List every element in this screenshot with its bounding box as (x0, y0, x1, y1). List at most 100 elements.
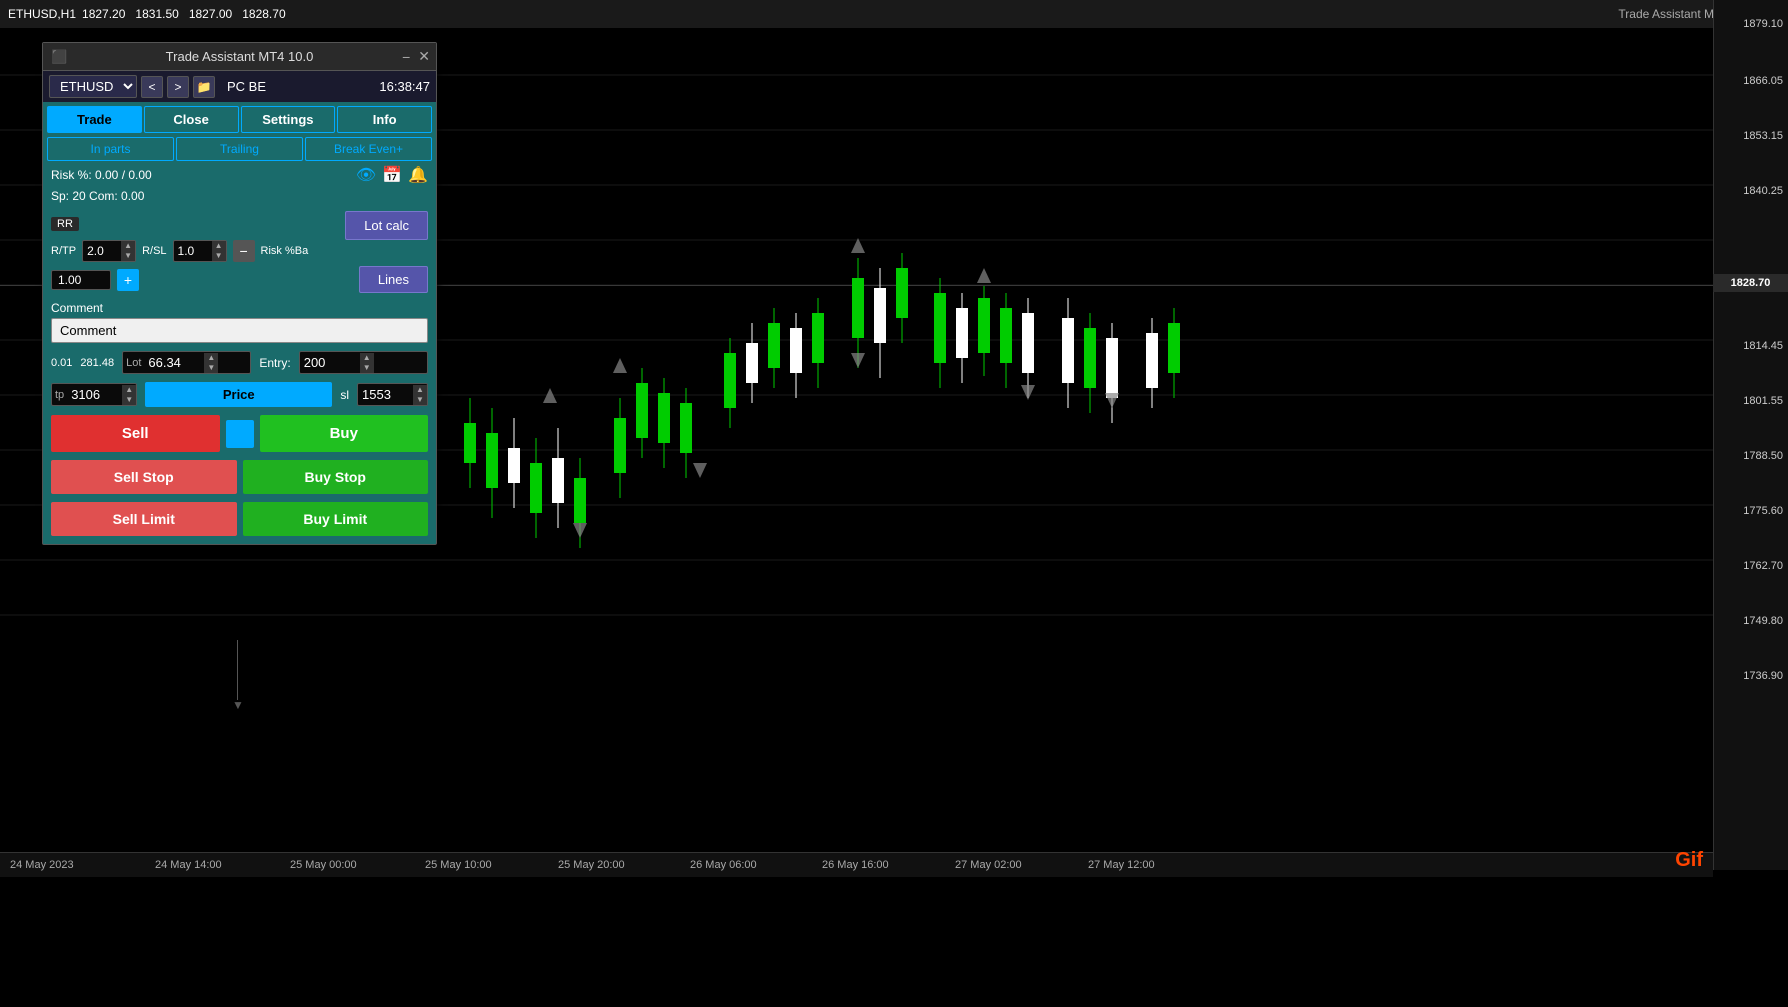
price-11: 1749.80 (1743, 615, 1783, 627)
clock-display: 16:38:47 (379, 79, 430, 94)
price-3: 1853.15 (1743, 130, 1783, 142)
buy-button[interactable]: Buy (260, 415, 429, 452)
price-2: 1866.05 (1743, 75, 1783, 87)
time-label-9: 27 May 12:00 (1088, 859, 1155, 871)
calendar-icon-button[interactable]: 📅 (382, 165, 402, 185)
close-button[interactable]: ✕ (418, 48, 430, 65)
symbol-row: ETHUSD < > 📁 PC BE 16:38:47 (43, 71, 436, 102)
window-controls: − ✕ (402, 48, 430, 65)
price-6: 1814.45 (1743, 340, 1783, 352)
sl-down[interactable]: ▼ (413, 395, 427, 405)
trade-assistant-panel: ⬛ Trade Assistant MT4 10.0 − ✕ ETHUSD < … (42, 42, 437, 545)
sub-tab-trailing[interactable]: Trailing (176, 137, 303, 161)
time-label-8: 27 May 02:00 (955, 859, 1022, 871)
comment-label: Comment (51, 301, 428, 315)
plus-button[interactable]: + (117, 269, 139, 291)
price-12: 1736.90 (1743, 670, 1783, 682)
rr-tp-up[interactable]: ▲ (121, 241, 135, 251)
stop-row: Sell Stop Buy Stop (43, 456, 436, 498)
rr-rtp-label: R/TP (51, 245, 76, 257)
tp-label: tp (52, 389, 67, 401)
sp-row: Sp: 20 Com: 0.00 (43, 187, 436, 207)
rr-sl-up[interactable]: ▲ (212, 241, 226, 251)
tp-spin: ▲ ▼ (122, 385, 136, 405)
sub-tab-row: In parts Trailing Break Even+ (43, 133, 436, 161)
lot-input[interactable] (144, 352, 204, 373)
risk-pct-label: Risk %: 0.00 / 0.00 (51, 168, 152, 182)
price-button[interactable]: Price (145, 382, 332, 407)
buy-sell-row: Sell Buy (43, 411, 436, 456)
entry-down[interactable]: ▼ (360, 363, 374, 373)
time-label-4: 25 May 10:00 (425, 859, 492, 871)
rr-sl-spin: ▲ ▼ (212, 241, 226, 261)
eye-icon-button[interactable]: 👁 (356, 165, 376, 185)
sell-button[interactable]: Sell (51, 415, 220, 452)
rr-tp-input[interactable] (83, 242, 121, 260)
lot-down[interactable]: ▼ (204, 363, 218, 373)
buy-limit-button[interactable]: Buy Limit (243, 502, 429, 536)
sub-tab-in-parts[interactable]: In parts (47, 137, 174, 161)
tp-up[interactable]: ▲ (122, 385, 136, 395)
tab-trade[interactable]: Trade (47, 106, 142, 133)
lot-entry-row: 0.01 281.48 Lot ▲ ▼ Entry: ▲ ▼ (43, 347, 436, 378)
tp-down[interactable]: ▼ (122, 395, 136, 405)
symbol-dropdown[interactable]: ETHUSD (49, 75, 137, 98)
time-label-6: 26 May 06:00 (690, 859, 757, 871)
risk-ba-label: Risk %Ba (261, 245, 309, 257)
rr-sl-input[interactable] (174, 242, 212, 260)
sub-tab-break-even[interactable]: Break Even+ (305, 137, 432, 161)
price-1: 1879.10 (1743, 18, 1783, 30)
sell-limit-button[interactable]: Sell Limit (51, 502, 237, 536)
sp-com-label: Sp: 20 Com: 0.00 (51, 189, 144, 203)
lot-up[interactable]: ▲ (204, 353, 218, 363)
tp-input[interactable] (67, 384, 122, 405)
tab-info[interactable]: Info (337, 106, 432, 133)
ta-top-label: Trade Assistant MT4 (1618, 7, 1728, 21)
sell-stop-button[interactable]: Sell Stop (51, 460, 237, 494)
panel-title: Trade Assistant MT4 10.0 (166, 49, 314, 64)
buy-stop-button[interactable]: Buy Stop (243, 460, 429, 494)
folder-button[interactable]: 📁 (193, 76, 215, 98)
alert-icon-button[interactable]: 🔔 (408, 165, 428, 185)
minus-button[interactable]: − (233, 240, 255, 262)
rr-tp-spin: ▲ ▼ (121, 241, 135, 261)
chart-prices: 1827.20 1831.50 1827.00 1828.70 (82, 7, 286, 21)
lot-calc-button[interactable]: Lot calc (345, 211, 428, 240)
time-label-3: 25 May 00:00 (290, 859, 357, 871)
rr-sl-down[interactable]: ▼ (212, 251, 226, 261)
lot-input-wrap: Lot ▲ ▼ (122, 351, 251, 374)
tp-input-wrap: tp ▲ ▼ (51, 383, 137, 406)
rr-badge: RR (51, 217, 79, 231)
rr-tp-down[interactable]: ▼ (121, 251, 135, 261)
chart-symbol-info: ETHUSD,H1 (8, 7, 76, 21)
panel-icon: ⬛ (51, 49, 67, 65)
lines-button[interactable]: Lines (359, 266, 428, 293)
entry-up[interactable]: ▲ (360, 353, 374, 363)
risk-row: Risk %: 0.00 / 0.00 👁 📅 🔔 (43, 161, 436, 187)
nav-next-button[interactable]: > (167, 76, 189, 98)
pc-be-label: PC BE (227, 79, 266, 94)
nav-prev-button[interactable]: < (141, 76, 163, 98)
rr-controls: R/TP ▲ ▼ R/SL ▲ ▼ − Risk %Ba (51, 240, 428, 262)
blue-square-indicator[interactable] (226, 420, 254, 448)
price-10: 1762.70 (1743, 560, 1783, 572)
sl-input[interactable] (358, 384, 413, 405)
rr-sl-input-wrap: ▲ ▼ (173, 240, 227, 262)
current-price-box: 1828.70 (1713, 274, 1788, 292)
time-label-1: 24 May 2023 (10, 859, 74, 871)
minimize-button[interactable]: − (402, 48, 410, 65)
risk-ba-input[interactable] (51, 270, 111, 290)
entry-input-wrap: ▲ ▼ (299, 351, 428, 374)
tab-close[interactable]: Close (144, 106, 239, 133)
sl-up[interactable]: ▲ (413, 385, 427, 395)
sl-spin: ▲ ▼ (413, 385, 427, 405)
top-bar: ETHUSD,H1 1827.20 1831.50 1827.00 1828.7… (0, 0, 1788, 28)
lot-label: Lot (123, 357, 144, 369)
price-9: 1775.60 (1743, 505, 1783, 517)
entry-input[interactable] (300, 352, 360, 373)
tab-row: Trade Close Settings Info (43, 102, 436, 133)
rr-tp-input-wrap: ▲ ▼ (82, 240, 136, 262)
tab-settings[interactable]: Settings (241, 106, 336, 133)
lot-min: 0.01 (51, 357, 72, 369)
comment-input[interactable] (51, 318, 428, 343)
